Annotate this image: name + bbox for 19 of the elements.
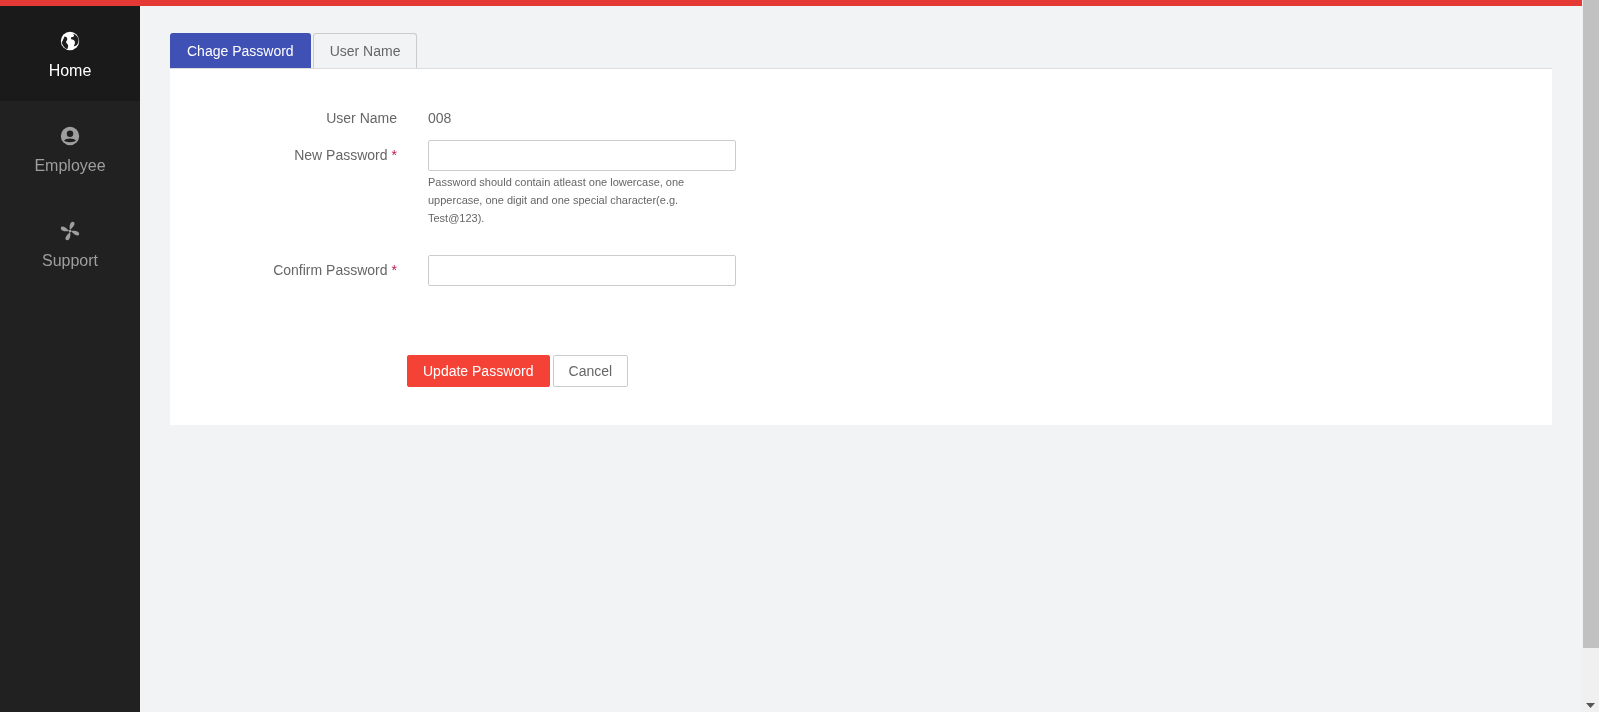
tab[interactable]: Chage Password	[170, 33, 311, 68]
password-field[interactable]	[428, 140, 736, 171]
update-button[interactable]: Update Password	[407, 355, 550, 387]
scrollbar[interactable]	[1582, 0, 1599, 712]
field-label: User Name	[326, 109, 397, 126]
field-label: Confirm Password *	[273, 261, 397, 278]
tab[interactable]: User Name	[312, 33, 418, 68]
field-label: New Password *	[294, 146, 397, 163]
help-text: Password should contain atleast one lowercase, one uppercase, one digit and one special character(e.g. Test@123).	[428, 175, 686, 226]
globe-icon	[59, 30, 81, 52]
cancel-button[interactable]: Cancel	[552, 355, 629, 387]
sidebar-item[interactable]: Support	[0, 196, 140, 291]
fan-icon	[59, 220, 81, 242]
sidebar-item[interactable]: Employee	[0, 101, 140, 196]
user-icon	[59, 125, 81, 147]
scroll-down-icon[interactable]	[1586, 702, 1595, 708]
sidebar-item[interactable]: Home	[0, 6, 140, 101]
password-field[interactable]	[428, 255, 736, 286]
field-value: 008	[428, 109, 453, 126]
